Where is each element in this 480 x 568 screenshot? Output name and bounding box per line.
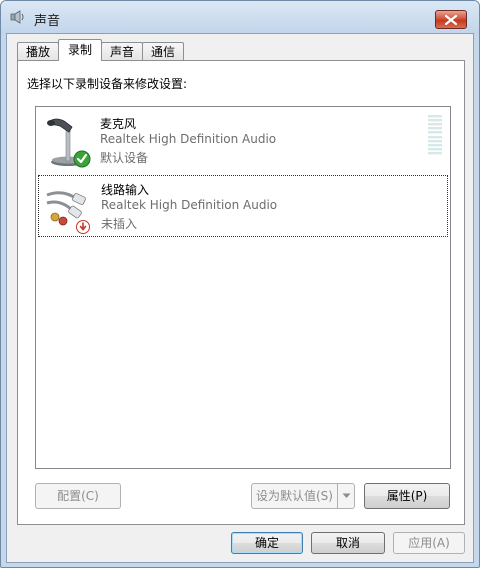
- line-in-cable-icon: [46, 191, 90, 234]
- device-item-line-in[interactable]: 线路输入 Realtek High Definition Audio 未插入: [38, 175, 448, 237]
- default-check-icon: [73, 150, 91, 168]
- input-level-meter: [428, 115, 442, 155]
- ok-button[interactable]: 确定: [231, 532, 303, 554]
- apply-button[interactable]: 应用(A): [393, 532, 465, 554]
- dialog-client-area: 播放 录制 声音 通信 选择以下录制设备来修改设置: 麦克风 Realtek H…: [6, 33, 474, 563]
- tab-playback[interactable]: 播放: [17, 42, 60, 61]
- tab-communications[interactable]: 通信: [142, 42, 185, 61]
- chevron-down-icon: [342, 493, 350, 498]
- device-driver: Realtek High Definition Audio: [101, 198, 278, 212]
- instruction-text: 选择以下录制设备来修改设置:: [27, 77, 188, 91]
- cancel-button[interactable]: 取消: [311, 532, 385, 554]
- recording-tab-page: 选择以下录制设备来修改设置: 麦克风 Realtek High Definiti…: [17, 60, 465, 525]
- device-name: 麦克风: [100, 117, 137, 131]
- tab-sounds[interactable]: 声音: [101, 42, 144, 61]
- microphone-icon: [47, 118, 91, 168]
- set-default-split-button[interactable]: 设为默认值(S): [251, 483, 355, 509]
- device-driver: Realtek High Definition Audio: [100, 132, 277, 146]
- recording-device-list[interactable]: 麦克风 Realtek High Definition Audio 默认设备 线…: [35, 106, 451, 469]
- device-status: 未插入: [101, 217, 138, 231]
- set-default-dropdown[interactable]: [337, 484, 354, 508]
- tab-strip: 播放 录制 声音 通信: [17, 39, 185, 61]
- tab-recording[interactable]: 录制: [58, 39, 103, 61]
- configure-button[interactable]: 配置(C): [35, 483, 121, 509]
- device-status: 默认设备: [100, 151, 149, 165]
- speaker-icon: [10, 10, 24, 24]
- sound-dialog-window: 声音 播放 录制 声音 通信 选择以下录制设备来修改设置: 麦克风 Realte…: [0, 0, 480, 568]
- device-name: 线路输入: [101, 183, 150, 197]
- unplugged-icon: [76, 220, 90, 234]
- device-item-microphone[interactable]: 麦克风 Realtek High Definition Audio 默认设备: [38, 110, 448, 172]
- properties-button[interactable]: 属性(P): [364, 483, 450, 509]
- title-bar[interactable]: 声音: [1, 1, 479, 33]
- close-button[interactable]: [435, 10, 467, 29]
- close-icon: [445, 14, 457, 25]
- window-title: 声音: [34, 14, 61, 29]
- set-default-button[interactable]: 设为默认值(S): [252, 484, 337, 508]
